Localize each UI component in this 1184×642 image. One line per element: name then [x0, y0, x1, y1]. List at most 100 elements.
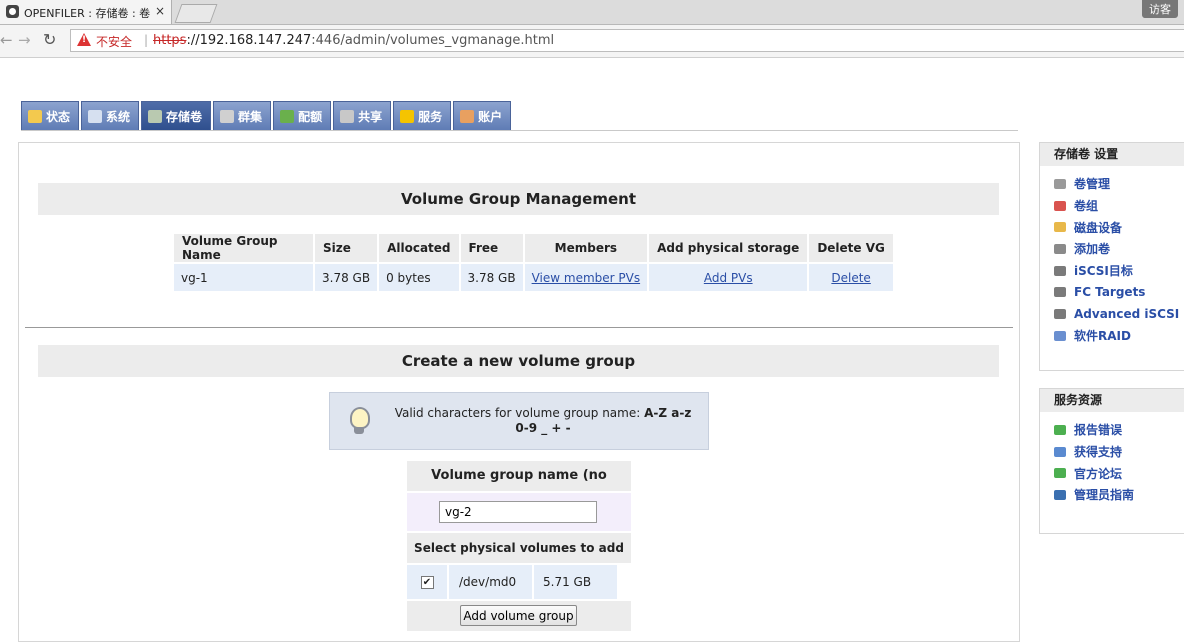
col-header-size: Size — [315, 234, 378, 262]
sidebar-item[interactable]: 官方论坛 — [1040, 462, 1184, 484]
visitor-profile-badge[interactable]: 访客 — [1142, 0, 1178, 18]
tab-title: OPENFILER : 存储卷 : 卷 — [24, 7, 151, 20]
tab-label: 服务 — [418, 109, 443, 124]
advanced-iscsi-icon — [1054, 308, 1066, 319]
system-icon — [88, 109, 103, 123]
tab-system[interactable]: 系统 — [81, 101, 140, 131]
sidebar-item[interactable]: 软件RAID — [1040, 325, 1184, 347]
share-icon — [340, 109, 355, 123]
sidebar-link[interactable]: Advanced iSCSI — [1074, 307, 1179, 321]
sidebar-item[interactable]: iSCSI目标 — [1040, 260, 1184, 282]
tab-share[interactable]: 共享 — [333, 101, 392, 131]
warning-icon — [77, 33, 91, 46]
vg-name-cell: vg-1 — [174, 264, 313, 291]
vg-name-input[interactable] — [439, 501, 597, 523]
add-pvs-link[interactable]: Add PVs — [704, 271, 753, 285]
browser-tab[interactable]: OPENFILER : 存储卷 : 卷 × — [0, 0, 172, 24]
sidebar-item[interactable]: 卷组 — [1040, 195, 1184, 217]
service-resources-list: 报告错误获得支持官方论坛管理员指南 — [1040, 412, 1184, 506]
sidebar-item[interactable]: 获得支持 — [1040, 441, 1184, 463]
quota-icon — [280, 109, 295, 123]
sidebar-link[interactable]: 报告错误 — [1074, 421, 1122, 438]
sidebar-link[interactable]: 管理员指南 — [1074, 486, 1134, 503]
address-bar: ← → ↻ 不安全 | https://192.168.147.247:446/… — [0, 25, 1184, 58]
tip-text: Valid characters for volume group name: … — [388, 406, 698, 436]
delete-vg-link[interactable]: Delete — [831, 271, 870, 285]
vg-delete-cell: Delete — [809, 264, 893, 291]
table-row: vg-1 3.78 GB 0 bytes 3.78 GB View member… — [174, 264, 893, 291]
new-tab-button[interactable] — [174, 4, 218, 23]
col-header-members: Members — [524, 234, 648, 262]
tab-label: 系统 — [106, 109, 131, 124]
back-arrow-icon[interactable]: ← — [0, 31, 13, 49]
sidebar-link[interactable]: 磁盘设备 — [1074, 219, 1122, 236]
sidebar-item[interactable]: 磁盘设备 — [1040, 216, 1184, 238]
tip-description: Valid characters for volume group name: — [394, 406, 645, 420]
url-text: https://192.168.147.247:446/admin/volume… — [153, 33, 554, 48]
url-input[interactable]: 不安全 | https://192.168.147.247:446/admin/… — [70, 29, 1184, 52]
forward-arrow-icon[interactable]: → — [18, 31, 31, 49]
tip-box: Valid characters for volume group name: … — [329, 392, 709, 450]
sidebar-link[interactable]: iSCSI目标 — [1074, 262, 1133, 279]
sidebar-link[interactable]: 官方论坛 — [1074, 465, 1122, 482]
sidebar-link[interactable]: FC Targets — [1074, 285, 1145, 299]
vg-allocated-cell: 0 bytes — [379, 264, 459, 291]
sidebar-link[interactable]: 卷组 — [1074, 197, 1098, 214]
tab-close-icon[interactable]: × — [155, 4, 165, 18]
tab-label: 群集 — [238, 109, 263, 124]
pv-checkbox[interactable]: ✔ — [420, 575, 434, 589]
iscsi-icon — [1054, 265, 1066, 276]
pv-select-header: Select physical volumes to add — [407, 533, 631, 563]
add-volume-group-button[interactable]: Add volume group — [460, 605, 577, 626]
tab-account[interactable]: 账户 — [453, 101, 512, 131]
lightbulb-base — [354, 427, 364, 434]
table-header-row: Volume Group Name Size Allocated Free Me… — [174, 234, 893, 262]
pv-device: /dev/md0 — [449, 565, 532, 599]
tab-label: 配额 — [298, 109, 323, 124]
guide-icon — [1054, 489, 1066, 500]
tab-label: 账户 — [478, 109, 503, 124]
service-resources-panel: 服务资源 报告错误获得支持官方论坛管理员指南 — [1039, 388, 1184, 534]
separator: | — [144, 33, 149, 47]
service-resources-title: 服务资源 — [1040, 389, 1184, 412]
cluster-icon — [220, 109, 235, 123]
sidebar-item[interactable]: FC Targets — [1040, 281, 1184, 303]
tab-label: 共享 — [358, 109, 383, 124]
sidebar-item[interactable]: 报告错误 — [1040, 419, 1184, 441]
vg-add-storage-cell: Add PVs — [649, 264, 808, 291]
url-host: ://192.168.147.247 — [186, 33, 312, 48]
vg-name-header: Volume group name (no spaces) — [407, 461, 631, 513]
disk-icon — [1054, 178, 1066, 189]
sidebar-item[interactable]: 管理员指南 — [1040, 484, 1184, 506]
col-header-delete: Delete VG — [809, 234, 893, 262]
add-volume-icon — [1054, 243, 1066, 254]
pv-row: ✔ /dev/md0 5.71 GB — [407, 565, 631, 599]
fc-icon — [1054, 287, 1066, 298]
sidebar-link[interactable]: 卷管理 — [1074, 175, 1110, 192]
volume-icon — [148, 109, 163, 123]
volume-group-table: Volume Group Name Size Allocated Free Me… — [172, 232, 895, 293]
sidebar-item[interactable]: 添加卷 — [1040, 238, 1184, 260]
tab-status[interactable]: 状态 — [21, 101, 80, 131]
tab-service[interactable]: 服务 — [393, 101, 452, 131]
tab-volume[interactable]: 存储卷 — [141, 101, 212, 131]
create-vg-form: Volume group name (no spaces) Select phy… — [407, 461, 631, 631]
reload-icon[interactable]: ↻ — [43, 30, 56, 49]
tab-quota[interactable]: 配额 — [273, 101, 332, 131]
security-label[interactable]: 不安全 — [96, 33, 132, 50]
tab-label: 状态 — [46, 109, 71, 124]
sidebar-link[interactable]: 软件RAID — [1074, 327, 1131, 344]
sidebar-link[interactable]: 添加卷 — [1074, 240, 1110, 257]
main-navigation: 状态 系统 存储卷 群集 配额 共享 服务 账户 — [21, 101, 513, 131]
tab-cluster[interactable]: 群集 — [213, 101, 272, 131]
disk-device-icon — [1054, 222, 1066, 233]
sidebar-item[interactable]: 卷管理 — [1040, 173, 1184, 195]
sidebar-item[interactable]: Advanced iSCSI — [1040, 303, 1184, 325]
forum-icon — [1054, 468, 1066, 479]
view-member-pvs-link[interactable]: View member PVs — [532, 271, 641, 285]
pv-checkbox-cell: ✔ — [407, 565, 447, 599]
tab-label: 存储卷 — [166, 109, 203, 124]
sidebar-link[interactable]: 获得支持 — [1074, 443, 1122, 460]
nav-divider — [21, 130, 1018, 131]
col-header-free: Free — [460, 234, 523, 262]
